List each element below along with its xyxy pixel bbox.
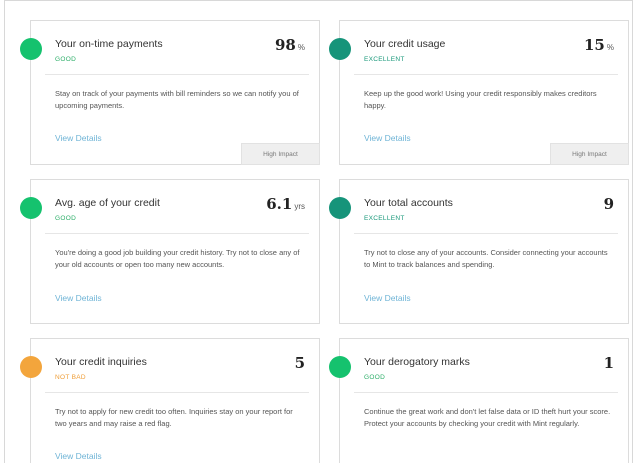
divider <box>45 74 309 75</box>
divider <box>354 74 618 75</box>
metric-value: 5 <box>295 354 305 372</box>
metric-number: 15 <box>584 36 605 54</box>
view-details-link[interactable]: View Details <box>364 293 411 303</box>
status-badge: NOT BAD <box>55 374 86 381</box>
divider <box>45 392 309 393</box>
card-title: Your total accounts <box>364 197 453 209</box>
metric-value: 6.1 yrs <box>266 195 305 213</box>
metric-unit: % <box>297 43 305 52</box>
divider <box>354 233 618 234</box>
status-dot-icon <box>20 197 42 219</box>
card-avg-age-credit: Avg. age of your credit GOOD 6.1 yrs You'… <box>20 179 320 324</box>
status-badge: EXCELLENT <box>364 215 405 222</box>
view-details-link[interactable]: View Details <box>55 293 102 303</box>
card-title: Avg. age of your credit <box>55 197 160 209</box>
metric-number: 98 <box>275 36 296 54</box>
card-description: You're doing a good job building your cr… <box>55 248 300 269</box>
view-details-link[interactable]: View Details <box>364 133 411 143</box>
card-total-accounts: Your total accounts EXCELLENT 9 Try not … <box>329 179 629 324</box>
metric-number: 9 <box>603 195 614 213</box>
status-badge: GOOD <box>55 56 77 63</box>
card-title: Your credit inquiries <box>55 356 147 368</box>
metric-value: 98% <box>275 36 305 54</box>
metric-unit: yrs <box>294 202 305 211</box>
status-dot-icon <box>329 197 351 219</box>
metric-number: 6.1 <box>266 195 293 213</box>
card-credit-inquiries: Your credit inquiries NOT BAD 5 Try not … <box>20 338 320 463</box>
metric-number: 5 <box>294 354 305 372</box>
view-details-link[interactable]: View Details <box>55 451 102 461</box>
card-description: Keep up the good work! Using your credit… <box>364 89 597 110</box>
status-dot-icon <box>329 356 351 378</box>
card-title: Your credit usage <box>364 38 446 50</box>
card-derogatory-marks: Your derogatory marks GOOD 1 Continue th… <box>329 338 629 463</box>
status-badge: GOOD <box>55 215 77 222</box>
card-description: Try not to close any of your accounts. C… <box>364 248 608 269</box>
card-title: Your derogatory marks <box>364 356 470 368</box>
card-description: Stay on track of your payments with bill… <box>55 89 299 110</box>
card-on-time-payments: Your on-time payments GOOD 98% Stay on t… <box>20 20 320 165</box>
status-dot-icon <box>329 38 351 60</box>
card-credit-usage: Your credit usage EXCELLENT 15% Keep up … <box>329 20 629 165</box>
card-title: Your on-time payments <box>55 38 163 50</box>
view-details-link[interactable]: View Details <box>55 133 102 143</box>
metric-unit: % <box>606 43 614 52</box>
metric-value: 15% <box>584 36 614 54</box>
status-dot-icon <box>20 38 42 60</box>
divider <box>354 392 618 393</box>
impact-badge: High Impact <box>550 143 629 165</box>
metric-value: 9 <box>604 195 614 213</box>
metric-value: 1 <box>604 354 614 372</box>
status-badge: EXCELLENT <box>364 56 405 63</box>
status-badge: GOOD <box>364 374 386 381</box>
card-description: Try not to apply for new credit too ofte… <box>55 407 293 428</box>
status-dot-icon <box>20 356 42 378</box>
card-description: Continue the great work and don't let fa… <box>364 407 611 428</box>
metric-number: 1 <box>603 354 614 372</box>
divider <box>45 233 309 234</box>
impact-badge: High Impact <box>241 143 320 165</box>
